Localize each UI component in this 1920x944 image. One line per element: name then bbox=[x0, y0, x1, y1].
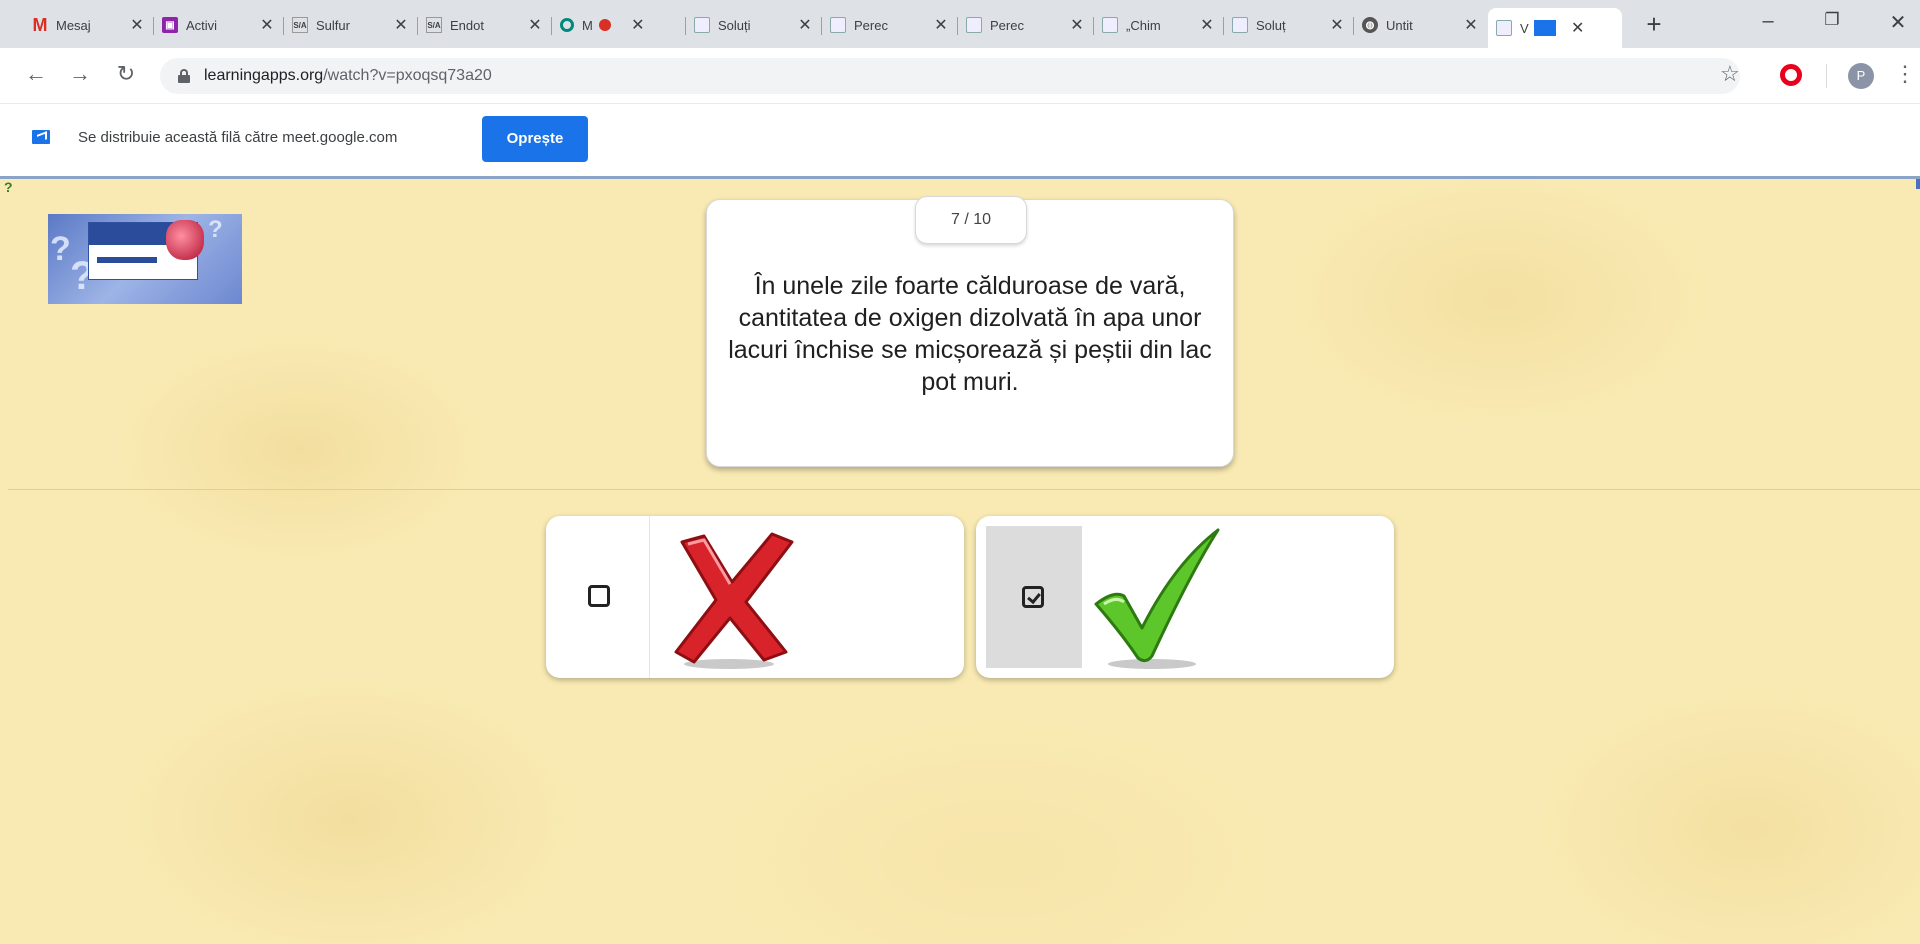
close-tab-icon[interactable]: ✕ bbox=[1068, 15, 1086, 35]
sharing-message: Se distribuie această filă către meet.go… bbox=[78, 129, 398, 146]
menu-kebab-icon[interactable]: ⋮ bbox=[1894, 60, 1916, 88]
question-card: 7 / 10 În unele zile foarte călduroase d… bbox=[706, 196, 1234, 467]
answer-checkbox-cell[interactable] bbox=[986, 526, 1082, 668]
browser-tab[interactable]: ▣ Activi ✕ bbox=[154, 8, 284, 42]
answer-checkbox-cell[interactable] bbox=[546, 516, 650, 678]
opera-extension-icon[interactable] bbox=[1780, 64, 1802, 86]
learningapps-icon bbox=[966, 17, 982, 33]
back-button[interactable]: ← bbox=[22, 60, 50, 88]
close-tab-icon[interactable]: ✕ bbox=[392, 15, 410, 35]
learningapps-icon bbox=[1102, 17, 1118, 33]
close-tab-icon[interactable]: ✕ bbox=[1198, 15, 1216, 35]
stop-sharing-button[interactable]: Oprește bbox=[482, 116, 588, 162]
close-tab-icon[interactable]: ✕ bbox=[526, 15, 544, 35]
app-thumbnail[interactable]: ? ? ? bbox=[48, 214, 242, 304]
tab-sharing-bar: Se distribuie această filă către meet.go… bbox=[0, 104, 1920, 176]
new-tab-button[interactable]: + bbox=[1640, 10, 1668, 38]
url-path: /watch?v=pxoqsq73a20 bbox=[323, 67, 492, 84]
profile-avatar[interactable]: P bbox=[1848, 63, 1874, 89]
close-tab-icon[interactable]: ✕ bbox=[629, 15, 647, 35]
browser-tab[interactable]: Soluț ✕ bbox=[1224, 8, 1354, 42]
bookmark-star-icon[interactable]: ☆ bbox=[1720, 62, 1740, 86]
false-cross-icon bbox=[674, 532, 794, 669]
learningapps-icon bbox=[694, 17, 710, 33]
restore-button[interactable]: ❐ bbox=[1812, 10, 1852, 30]
question-counter: 7 / 10 bbox=[915, 196, 1027, 244]
sa-icon: S/A bbox=[426, 17, 442, 33]
close-window-button[interactable]: ✕ bbox=[1878, 10, 1918, 35]
browser-tab[interactable]: „Chim ✕ bbox=[1094, 8, 1224, 42]
browser-tab[interactable]: Perec ✕ bbox=[822, 8, 958, 42]
true-checkmark-icon bbox=[1094, 528, 1220, 669]
answer-false-card[interactable] bbox=[546, 516, 964, 678]
help-icon[interactable]: ? bbox=[4, 179, 20, 195]
meet-icon bbox=[560, 18, 574, 32]
edge-marker bbox=[1916, 179, 1920, 189]
toolbar-separator bbox=[1826, 64, 1827, 88]
learningapps-icon bbox=[1496, 20, 1512, 36]
close-tab-icon[interactable]: ✕ bbox=[796, 15, 814, 35]
close-tab-icon[interactable]: ✕ bbox=[128, 15, 146, 35]
question-text: În unele zile foarte călduroase de vară,… bbox=[728, 272, 1212, 396]
close-tab-icon[interactable]: ✕ bbox=[932, 15, 950, 35]
browser-tab[interactable]: S/A Endot ✕ bbox=[418, 8, 552, 42]
close-tab-icon[interactable]: ✕ bbox=[258, 15, 276, 35]
close-tab-icon[interactable]: ✕ bbox=[1569, 18, 1587, 38]
browser-tab[interactable]: Soluți ✕ bbox=[686, 8, 822, 42]
learningapps-icon bbox=[1232, 17, 1248, 33]
learningapps-content: ? ? ? ? 7 / 10 În unele zile foarte căld… bbox=[0, 176, 1920, 944]
minimize-button[interactable]: – bbox=[1748, 10, 1788, 33]
answer-true-card[interactable] bbox=[976, 516, 1394, 678]
screen-share-icon bbox=[32, 130, 50, 144]
close-tab-icon[interactable]: ✕ bbox=[1328, 15, 1346, 35]
globe-icon: ◍ bbox=[1362, 17, 1378, 33]
browser-tab[interactable]: S/A Sulfur ✕ bbox=[284, 8, 418, 42]
unchecked-checkbox-icon[interactable] bbox=[588, 585, 610, 607]
forward-button[interactable]: → bbox=[66, 60, 94, 88]
sa-icon: S/A bbox=[292, 17, 308, 33]
classroom-icon: ▣ bbox=[162, 17, 178, 33]
address-bar[interactable]: learningapps.org/watch?v=pxoqsq73a20 bbox=[160, 58, 1740, 94]
browser-tab[interactable]: M ✕ bbox=[552, 8, 686, 42]
recording-icon bbox=[598, 19, 611, 31]
tab-strip: M Mesaj ✕ ▣ Activi ✕ S/A Sulfur ✕ S/A En… bbox=[0, 0, 1920, 48]
close-tab-icon[interactable]: ✕ bbox=[1462, 15, 1480, 35]
url-host: learningapps.org bbox=[204, 67, 324, 84]
browser-tab-active[interactable]: V ✕ bbox=[1488, 8, 1622, 48]
learningapps-icon bbox=[830, 17, 846, 33]
browser-tab[interactable]: M Mesaj ✕ bbox=[24, 8, 154, 42]
browser-tab[interactable]: Perec ✕ bbox=[958, 8, 1094, 42]
browser-toolbar: ← → ↻ learningapps.org/watch?v=pxoqsq73a… bbox=[0, 48, 1920, 104]
gmail-icon: M bbox=[32, 14, 48, 35]
flask-image bbox=[166, 220, 204, 260]
checked-checkbox-icon[interactable] bbox=[1022, 586, 1044, 608]
screen-share-icon bbox=[1533, 20, 1556, 36]
reload-button[interactable]: ↻ bbox=[112, 60, 140, 88]
browser-tab[interactable]: ◍ Untit ✕ bbox=[1354, 8, 1488, 42]
divider bbox=[8, 489, 1920, 490]
lock-icon bbox=[178, 69, 190, 83]
